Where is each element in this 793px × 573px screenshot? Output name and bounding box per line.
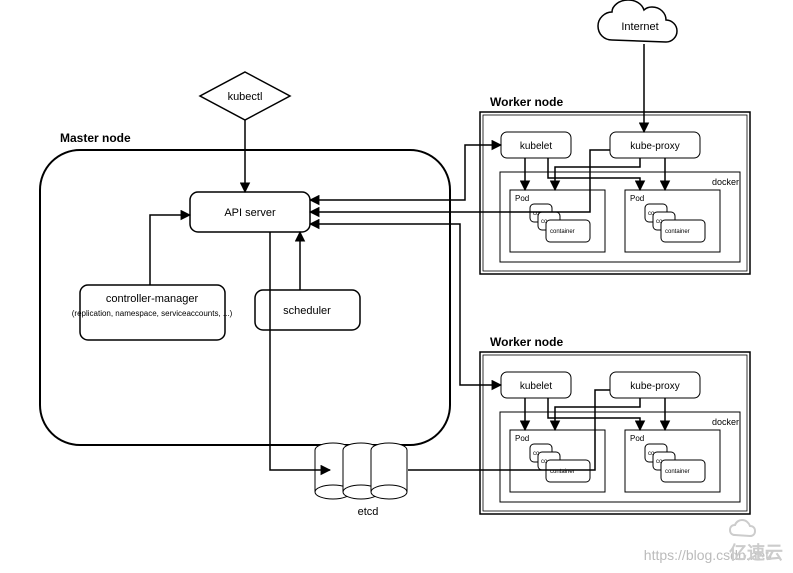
- controller-manager-sub: (replication, namespace, serviceaccounts…: [72, 309, 233, 318]
- worker-node-2: Worker node kubelet kube-proxy docker Po…: [480, 335, 750, 514]
- kubectl-label: kubectl: [228, 91, 263, 103]
- worker1-title: Worker node: [490, 95, 563, 109]
- worker-node-1: Worker node kubelet kube-proxy docker Po…: [480, 95, 750, 274]
- brand-logo: 亿速云: [729, 519, 783, 565]
- svg-text:container: container: [665, 469, 690, 475]
- svg-text:co: co: [541, 219, 548, 225]
- controller-manager-label: controller-manager: [106, 293, 199, 305]
- kubectl-node: kubectl: [200, 72, 290, 120]
- scheduler-label: scheduler: [283, 305, 331, 317]
- svg-text:container: container: [550, 229, 575, 235]
- pod-label-1a: Pod: [515, 194, 529, 203]
- internet-node: Internet: [598, 0, 677, 42]
- svg-text:co: co: [648, 451, 655, 457]
- internet-label: Internet: [621, 21, 658, 33]
- kubelet-label-2: kubelet: [520, 381, 552, 392]
- kubeproxy-label-1: kube-proxy: [630, 141, 679, 152]
- worker2-title: Worker node: [490, 335, 563, 349]
- svg-text:co: co: [533, 451, 540, 457]
- svg-text:co: co: [656, 219, 663, 225]
- docker-label-2: docker: [712, 417, 739, 427]
- svg-text:co: co: [656, 459, 663, 465]
- svg-text:container: container: [665, 229, 690, 235]
- svg-text:co: co: [541, 459, 548, 465]
- etcd-node: etcd: [315, 443, 407, 518]
- pod-label-1b: Pod: [630, 194, 644, 203]
- pod-label-2b: Pod: [630, 434, 644, 443]
- kubeproxy-label-2: kube-proxy: [630, 381, 679, 392]
- kubelet-label-1: kubelet: [520, 141, 552, 152]
- api-server-label: API server: [224, 207, 276, 219]
- architecture-diagram: Internet kubectl Master node API server …: [0, 0, 793, 573]
- etcd-label: etcd: [358, 506, 379, 518]
- pod-label-2a: Pod: [515, 434, 529, 443]
- master-title: Master node: [60, 131, 131, 145]
- docker-label-1: docker: [712, 177, 739, 187]
- svg-text:co: co: [648, 211, 655, 217]
